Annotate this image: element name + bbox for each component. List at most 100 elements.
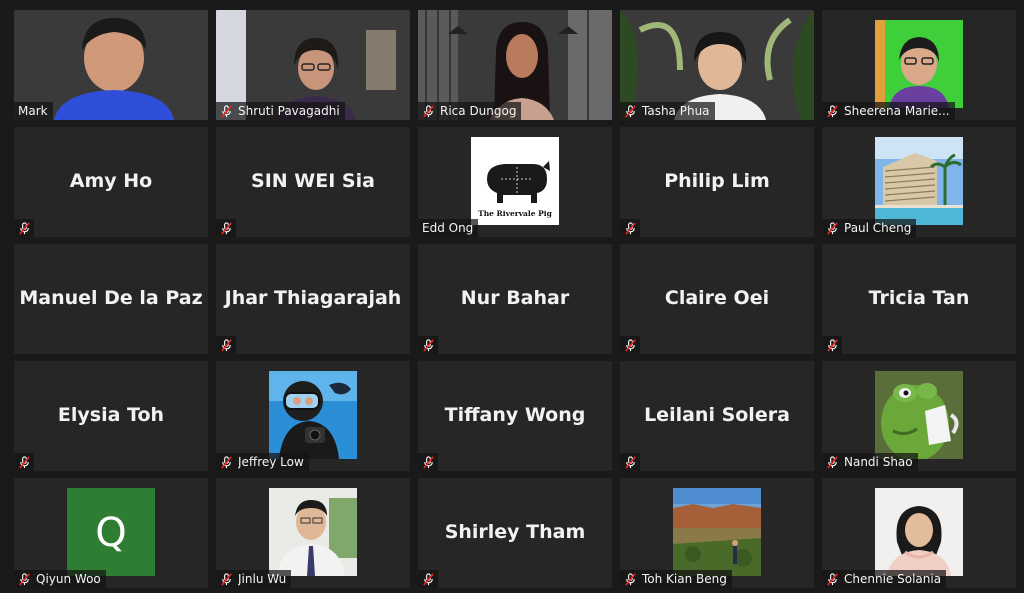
muted-mic-icon [827, 221, 838, 235]
muted-mic-icon [19, 572, 30, 586]
avatar [269, 488, 357, 576]
participant-name-label: Qiyun Woo [14, 570, 106, 588]
participant-name-label: Shruti Pavagadhi [216, 102, 345, 120]
muted-mic-icon [221, 572, 232, 586]
participant-name-label: Jeffrey Low [216, 453, 309, 471]
avatar [875, 371, 963, 459]
muted-indicator [418, 570, 438, 588]
avatar-text: Q [95, 510, 126, 556]
participant-display-name: Shirley Tham [444, 520, 586, 543]
participant-tile-shruti-pavagadhi[interactable]: Shruti Pavagadhi [216, 10, 410, 120]
participant-tile-jeffrey-low[interactable]: Jeffrey Low [216, 361, 410, 471]
participant-tile-jinlu-wu[interactable]: Jinlu Wu [216, 478, 410, 588]
muted-mic-icon [827, 572, 838, 586]
participant-tile-tasha-phua[interactable]: Tasha Phua [620, 10, 814, 120]
participant-tile-claire-oei[interactable]: Claire Oei [620, 244, 814, 354]
participant-name-label: Paul Cheng [822, 219, 917, 237]
avatar [875, 20, 963, 108]
participant-display-name: Tiffany Wong [444, 403, 586, 426]
muted-mic-icon [220, 221, 232, 235]
muted-mic-icon [624, 338, 636, 352]
participant-tile-philip-lim[interactable]: Philip Lim [620, 127, 814, 237]
participant-name-label: Rica Dungog [418, 102, 522, 120]
muted-mic-icon [827, 104, 838, 118]
participant-tile-qiyun-woo[interactable]: Q Qiyun Woo [14, 478, 208, 588]
participant-tile-sheerena-marie[interactable]: Sheerena Marie... [822, 10, 1016, 120]
muted-mic-icon [422, 455, 434, 469]
participant-tile-toh-kian-beng[interactable]: Toh Kian Beng [620, 478, 814, 588]
participant-name-label: Toh Kian Beng [620, 570, 732, 588]
muted-indicator [14, 219, 34, 237]
muted-indicator [620, 453, 640, 471]
muted-mic-icon [827, 455, 838, 469]
muted-indicator [418, 453, 438, 471]
muted-indicator [216, 336, 236, 354]
avatar [269, 371, 357, 459]
muted-mic-icon [18, 221, 30, 235]
muted-mic-icon [826, 338, 838, 352]
participant-tile-nur-bahar[interactable]: Nur Bahar [418, 244, 612, 354]
participant-tile-manuel-de-la-paz[interactable]: Manuel De la Paz [14, 244, 208, 354]
muted-mic-icon [624, 455, 636, 469]
participant-name: Jeffrey Low [238, 455, 304, 469]
participant-tile-edd-ong[interactable]: The Rivervale Pig Edd Ong [418, 127, 612, 237]
participant-name: Paul Cheng [844, 221, 912, 235]
participant-tile-sin-wei-sia[interactable]: SIN WEI Sia [216, 127, 410, 237]
muted-indicator [418, 336, 438, 354]
avatar: Q [67, 488, 155, 576]
participant-name: Rica Dungog [440, 104, 517, 118]
participant-display-name: Philip Lim [664, 169, 770, 192]
participant-name: Nandi Shao [844, 455, 913, 469]
participant-name: Tasha Phua [642, 104, 710, 118]
participant-tile-nandi-shao[interactable]: Nandi Shao [822, 361, 1016, 471]
muted-indicator [14, 453, 34, 471]
participant-tile-elysia-toh[interactable]: Elysia Toh [14, 361, 208, 471]
participant-tile-mark[interactable]: Mark [14, 10, 208, 120]
participant-name-label: Chennie Solania [822, 570, 947, 588]
muted-mic-icon [422, 572, 434, 586]
avatar: The Rivervale Pig [471, 137, 559, 225]
participant-tile-jhar-thiagarajah[interactable]: Jhar Thiagarajah [216, 244, 410, 354]
participant-display-name: SIN WEI Sia [251, 169, 375, 192]
participant-name-label: Edd Ong [418, 219, 479, 237]
muted-mic-icon [221, 455, 232, 469]
participant-name-label: Mark [14, 102, 53, 120]
participant-display-name: Manuel De la Paz [19, 286, 203, 309]
participant-name: Chennie Solania [844, 572, 942, 586]
participant-name: Qiyun Woo [36, 572, 101, 586]
participant-name: Mark [18, 104, 48, 118]
participant-display-name: Elysia Toh [57, 403, 165, 426]
participant-tile-amy-ho[interactable]: Amy Ho [14, 127, 208, 237]
participant-tile-rica-dungog[interactable]: Rica Dungog [418, 10, 612, 120]
muted-mic-icon [422, 338, 434, 352]
muted-mic-icon [625, 104, 636, 118]
participant-name: Shruti Pavagadhi [238, 104, 340, 118]
participant-name: Sheerena Marie... [844, 104, 950, 118]
muted-mic-icon [624, 221, 636, 235]
participant-tile-tricia-tan[interactable]: Tricia Tan [822, 244, 1016, 354]
participant-tile-chennie-solania[interactable]: Chennie Solania [822, 478, 1016, 588]
participant-tile-shirley-tham[interactable]: Shirley Tham [418, 478, 612, 588]
muted-mic-icon [18, 455, 30, 469]
participant-name-label: Jinlu Wu [216, 570, 292, 588]
participant-display-name: Claire Oei [664, 286, 770, 309]
muted-mic-icon [423, 104, 434, 118]
participant-display-name: Jhar Thiagarajah [224, 286, 402, 309]
participant-display-name: Amy Ho [69, 169, 153, 192]
participant-display-name: Tricia Tan [868, 286, 970, 309]
participant-tile-paul-cheng[interactable]: Paul Cheng [822, 127, 1016, 237]
muted-indicator [216, 219, 236, 237]
participant-name: Edd Ong [422, 221, 474, 235]
muted-mic-icon [220, 338, 232, 352]
participant-name: Toh Kian Beng [642, 572, 727, 586]
participant-tile-tiffany-wong[interactable]: Tiffany Wong [418, 361, 612, 471]
avatar [673, 488, 761, 576]
muted-indicator [620, 336, 640, 354]
avatar [875, 488, 963, 576]
participant-display-name: Leilani Solera [644, 403, 790, 426]
avatar [875, 137, 963, 225]
participant-display-name: Nur Bahar [460, 286, 570, 309]
participant-tile-leilani-solera[interactable]: Leilani Solera [620, 361, 814, 471]
muted-mic-icon [221, 104, 232, 118]
avatar-text: The Rivervale Pig [478, 209, 553, 218]
